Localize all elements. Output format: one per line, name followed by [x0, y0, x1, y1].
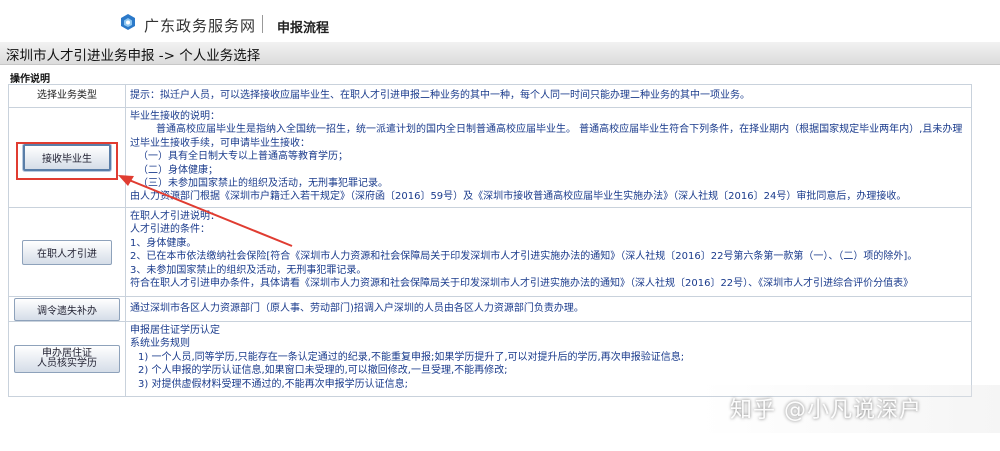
row-desc-cell: 毕业生接收的说明： 普通高校应届毕业生是指纳入全国统一招生，统一派遣计划的国内全… [125, 107, 972, 208]
hint-text: 提示：拟迁户人员，可以选择接收应届毕业生、在职人才引进申报二种业务的其中一种，每… [130, 90, 750, 101]
desc-line: 1) 一个人员,同等学历,只能存在一条认定通过的纪录,不能重复申报;如果学历提升… [138, 351, 685, 363]
row-button-cell: 在职人才引进 [8, 207, 126, 297]
desc-line: 毕业生接收的说明： [130, 111, 220, 122]
desc-line: 1、身体健康。 [130, 237, 197, 249]
row-button-cell: 调令遗失补办 [8, 296, 126, 322]
residence-permit-education-button[interactable]: 申办居住证 人员核实学历 [14, 345, 120, 373]
desc-line: 普通高校应届毕业生是指纳入全国统一招生，统一派遣计划的国内全日制普通高校应届毕业… [156, 124, 963, 136]
desc-line: 人才引进的条件： [130, 224, 210, 236]
table-row: 接收毕业生 毕业生接收的说明： 普通高校应届毕业生是指纳入全国统一招生，统一派遣… [8, 107, 972, 208]
desc-line: 过毕业生接收手续，可申请毕业生接收： [130, 137, 310, 149]
desc-line: （二）身体健康； [138, 164, 218, 176]
desc-line: 在职人才引进说明： [130, 211, 220, 222]
row-button-cell: 接收毕业生 [8, 107, 126, 208]
desc-line: （三）未参加国家禁止的组织及活动，无刑事犯罪记录。 [138, 178, 388, 190]
gd-logo-icon [121, 14, 135, 30]
top-header: 广东政务服务网 申报流程 [0, 0, 1000, 42]
button-label-line: 人员核实学历 [37, 358, 97, 369]
row-desc-cell: 在职人才引进说明： 人才引进的条件： 1、身体健康。 2、已在本市依法缴纳社会保… [125, 207, 972, 297]
watermark: 知乎 @小凡说深户 [730, 398, 922, 423]
desc-line: 通过深圳市各区人力资源部门（原人事、劳动部门)招调入户深圳的人员由各区人力资源部… [130, 303, 584, 315]
header-divider [262, 15, 263, 33]
desc-line: 3、未参加国家禁止的组织及活动，无刑事犯罪记录。 [130, 264, 367, 276]
table-header-row: 选择业务类型 提示：拟迁户人员，可以选择接收应届毕业生、在职人才引进申报二种业务… [8, 84, 972, 108]
site-name[interactable]: 广东政务服务网 [144, 15, 256, 36]
row-desc-cell: 通过深圳市各区人力资源部门（原人事、劳动部门)招调入户深圳的人员由各区人力资源部… [125, 296, 972, 322]
table-row: 在职人才引进 在职人才引进说明： 人才引进的条件： 1、身体健康。 2、已在本市… [8, 207, 972, 297]
talent-introduction-button[interactable]: 在职人才引进 [22, 239, 112, 265]
desc-line: 系统业务规则 [130, 338, 190, 350]
desc-line: 2) 个人申报的学历认证信息,如果窗口未受理的,可以撤回修改,一旦受理,不能再修… [138, 365, 508, 377]
desc-line: 2、已在本市依法缴纳社会保险[符合《深圳市人力资源和社会保障局关于印发深圳市人才… [130, 251, 918, 263]
row-button-cell: 申办居住证 人员核实学历 [8, 321, 126, 397]
table-row: 调令遗失补办 通过深圳市各区人力资源部门（原人事、劳动部门)招调入户深圳的人员由… [8, 296, 972, 322]
page-name: 申报流程 [277, 21, 330, 36]
desc-line: 符合在职人才引进申办条件，具体请看《深圳市人力资源和社会保障局关于印发深圳市人才… [130, 278, 914, 290]
desc-line: 由人力资源部门根据《深圳市户籍迁入若干规定》（深府函〔2016〕59号）及《深圳… [130, 191, 907, 203]
title-bar: 深圳市人才引进业务申报 -> 个人业务选择 [0, 42, 1000, 65]
desc-line: （一）具有全日制大专以上普通高等教育学历； [138, 151, 348, 163]
business-table: 选择业务类型 提示：拟迁户人员，可以选择接收应届毕业生、在职人才引进申报二种业务… [8, 84, 972, 397]
section-label: 操作说明 [10, 74, 50, 85]
page-title: 深圳市人才引进业务申报 -> 个人业务选择 [6, 48, 261, 64]
desc-line: 申报居住证学历认定 [130, 325, 220, 336]
transfer-order-reissue-button[interactable]: 调令遗失补办 [14, 297, 120, 321]
header-right-cell: 提示：拟迁户人员，可以选择接收应届毕业生、在职人才引进申报二种业务的其中一种，每… [125, 84, 972, 108]
header-left-label: 选择业务类型 [37, 90, 97, 101]
receive-graduate-button[interactable]: 接收毕业生 [23, 144, 111, 171]
header-left-cell: 选择业务类型 [8, 84, 126, 108]
